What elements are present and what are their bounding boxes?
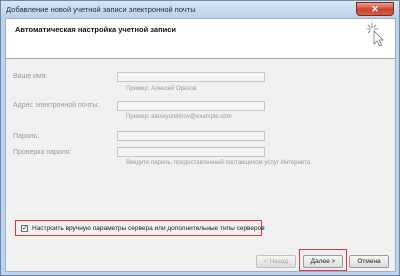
wizard-window: Добавление новой учетной записи электрон… (0, 0, 400, 276)
page-title: Автоматическая настройка учетной записи (15, 25, 176, 34)
email-label: Адрес электронной почты: (13, 102, 100, 109)
wizard-client-area: Автоматическая настройка учетной записи … (5, 18, 396, 272)
email-field[interactable] (117, 101, 265, 111)
back-button[interactable]: < Назад (256, 255, 296, 268)
confirm-password-field[interactable] (117, 147, 265, 157)
name-field[interactable] (117, 72, 265, 82)
password-hint: Введите пароль, предоставленный поставщи… (126, 160, 312, 166)
confirm-password-label: Проверка пароля: (13, 149, 72, 156)
password-label: Пароль: (13, 133, 40, 140)
close-button[interactable]: ✕ (356, 2, 394, 16)
manual-setup-option[interactable]: ✓ Настроить вручную параметры сервера ил… (15, 220, 265, 236)
name-hint: Пример: Алексей Орехов (126, 86, 197, 92)
title-bar[interactable]: Добавление новой учетной записи электрон… (1, 1, 399, 18)
email-hint: Пример: alexeyorekhov@example.com (126, 114, 232, 120)
cancel-button[interactable]: Отмена (349, 255, 389, 268)
next-button[interactable]: Далее > (303, 255, 343, 268)
manual-setup-label[interactable]: Настроить вручную параметры сервера или … (32, 225, 265, 232)
password-field[interactable] (117, 131, 265, 141)
manual-setup-checkbox[interactable]: ✓ (21, 225, 28, 232)
wizard-sparkle-cursor-icon (367, 23, 384, 47)
wizard-header: Автоматическая настройка учетной записи (6, 19, 395, 59)
window-title: Добавление новой учетной записи электрон… (6, 5, 196, 14)
name-label: Ваше имя: (13, 73, 48, 80)
